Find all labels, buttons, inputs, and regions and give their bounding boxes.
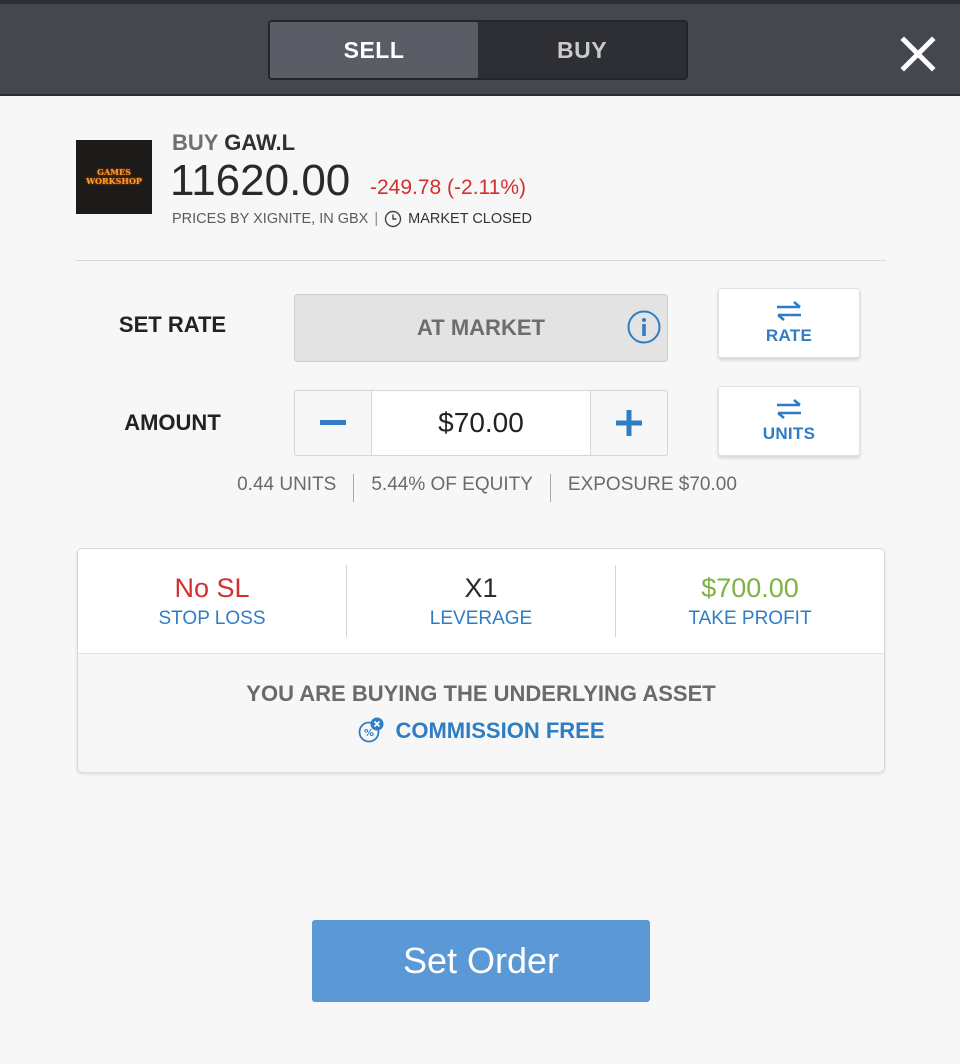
svg-text:%: % (364, 728, 374, 739)
units-toggle-button[interactable]: UNITS (718, 386, 860, 456)
minus-icon (320, 420, 346, 425)
exposure-stat: EXPOSURE $70.00 (567, 474, 737, 495)
set-order-button[interactable]: Set Order (312, 920, 650, 1002)
equity-stat: 5.44% OF EQUITY (371, 474, 533, 495)
amount-input[interactable]: $70.00 (371, 391, 591, 455)
order-settings-card: No SL STOP LOSS X1 LEVERAGE $700.00 TAKE… (77, 548, 885, 772)
price-meta: PRICES BY XIGNITE, IN GBX | MARKET CLOSE… (172, 210, 532, 228)
leverage-setting[interactable]: X1 LEVERAGE (347, 573, 615, 630)
buy-sell-toggle: SELL BUY (268, 20, 688, 80)
stop-loss-value: No SL (174, 572, 250, 603)
plus-icon (616, 410, 642, 436)
divider (76, 260, 886, 261)
market-status: MARKET CLOSED (408, 211, 532, 227)
leverage-value: X1 (464, 572, 498, 603)
take-profit-value: $700.00 (701, 572, 799, 603)
rate-value: AT MARKET (417, 315, 545, 340)
rate-toggle-label: RATE (765, 326, 813, 345)
percent-badge-icon: % (359, 717, 384, 743)
tab-buy[interactable]: BUY (478, 22, 686, 78)
meta-separator: | (374, 211, 379, 227)
stop-loss-setting[interactable]: No SL STOP LOSS (78, 573, 346, 630)
commission-label: COMMISSION FREE (395, 718, 605, 743)
rate-field[interactable]: AT MARKET (294, 294, 668, 362)
units-toggle-label: UNITS (762, 424, 816, 443)
rate-toggle-button[interactable]: RATE (718, 288, 860, 358)
stop-loss-label: STOP LOSS (158, 607, 266, 629)
asset-title: BUY GAW.L (172, 130, 295, 156)
commission-free-link[interactable]: % COMMISSION FREE (357, 717, 605, 745)
tab-sell[interactable]: SELL (270, 22, 478, 78)
underlying-asset-note: YOU ARE BUYING THE UNDERLYING ASSET (246, 681, 716, 706)
top-bar: SELL BUY (0, 0, 960, 96)
swap-arrows-icon (777, 301, 801, 321)
asset-logo-text: GAMES WORKSHOP (86, 167, 142, 186)
take-profit-label: TAKE PROFIT (688, 607, 812, 629)
amount-label: AMOUNT (124, 410, 221, 435)
clock-icon (384, 210, 402, 228)
swap-arrows-icon (777, 399, 801, 419)
leverage-label: LEVERAGE (429, 607, 533, 629)
amount-stats: 0.44 UNITS 5.44% OF EQUITY EXPOSURE $70.… (0, 474, 960, 502)
order-info: YOU ARE BUYING THE UNDERLYING ASSET % CO… (78, 654, 884, 772)
order-action: BUY (172, 130, 219, 155)
info-icon[interactable] (627, 310, 661, 344)
price-source: PRICES BY XIGNITE, IN GBX (172, 211, 369, 227)
asset-logo: GAMES WORKSHOP (76, 140, 152, 214)
amount-stepper: $70.00 (294, 390, 668, 456)
increase-button[interactable] (591, 391, 667, 455)
price-change: -249.78 (-2.11%) (370, 176, 527, 199)
set-rate-label: SET RATE (118, 312, 227, 337)
close-icon[interactable] (896, 32, 940, 76)
take-profit-setting[interactable]: $700.00 TAKE PROFIT (616, 573, 884, 630)
decrease-button[interactable] (295, 391, 371, 455)
units-stat: 0.44 UNITS (237, 474, 337, 495)
order-settings-row: No SL STOP LOSS X1 LEVERAGE $700.00 TAKE… (78, 549, 884, 654)
asset-price: 11620.00 (170, 156, 351, 205)
asset-symbol: GAW.L (224, 130, 296, 155)
